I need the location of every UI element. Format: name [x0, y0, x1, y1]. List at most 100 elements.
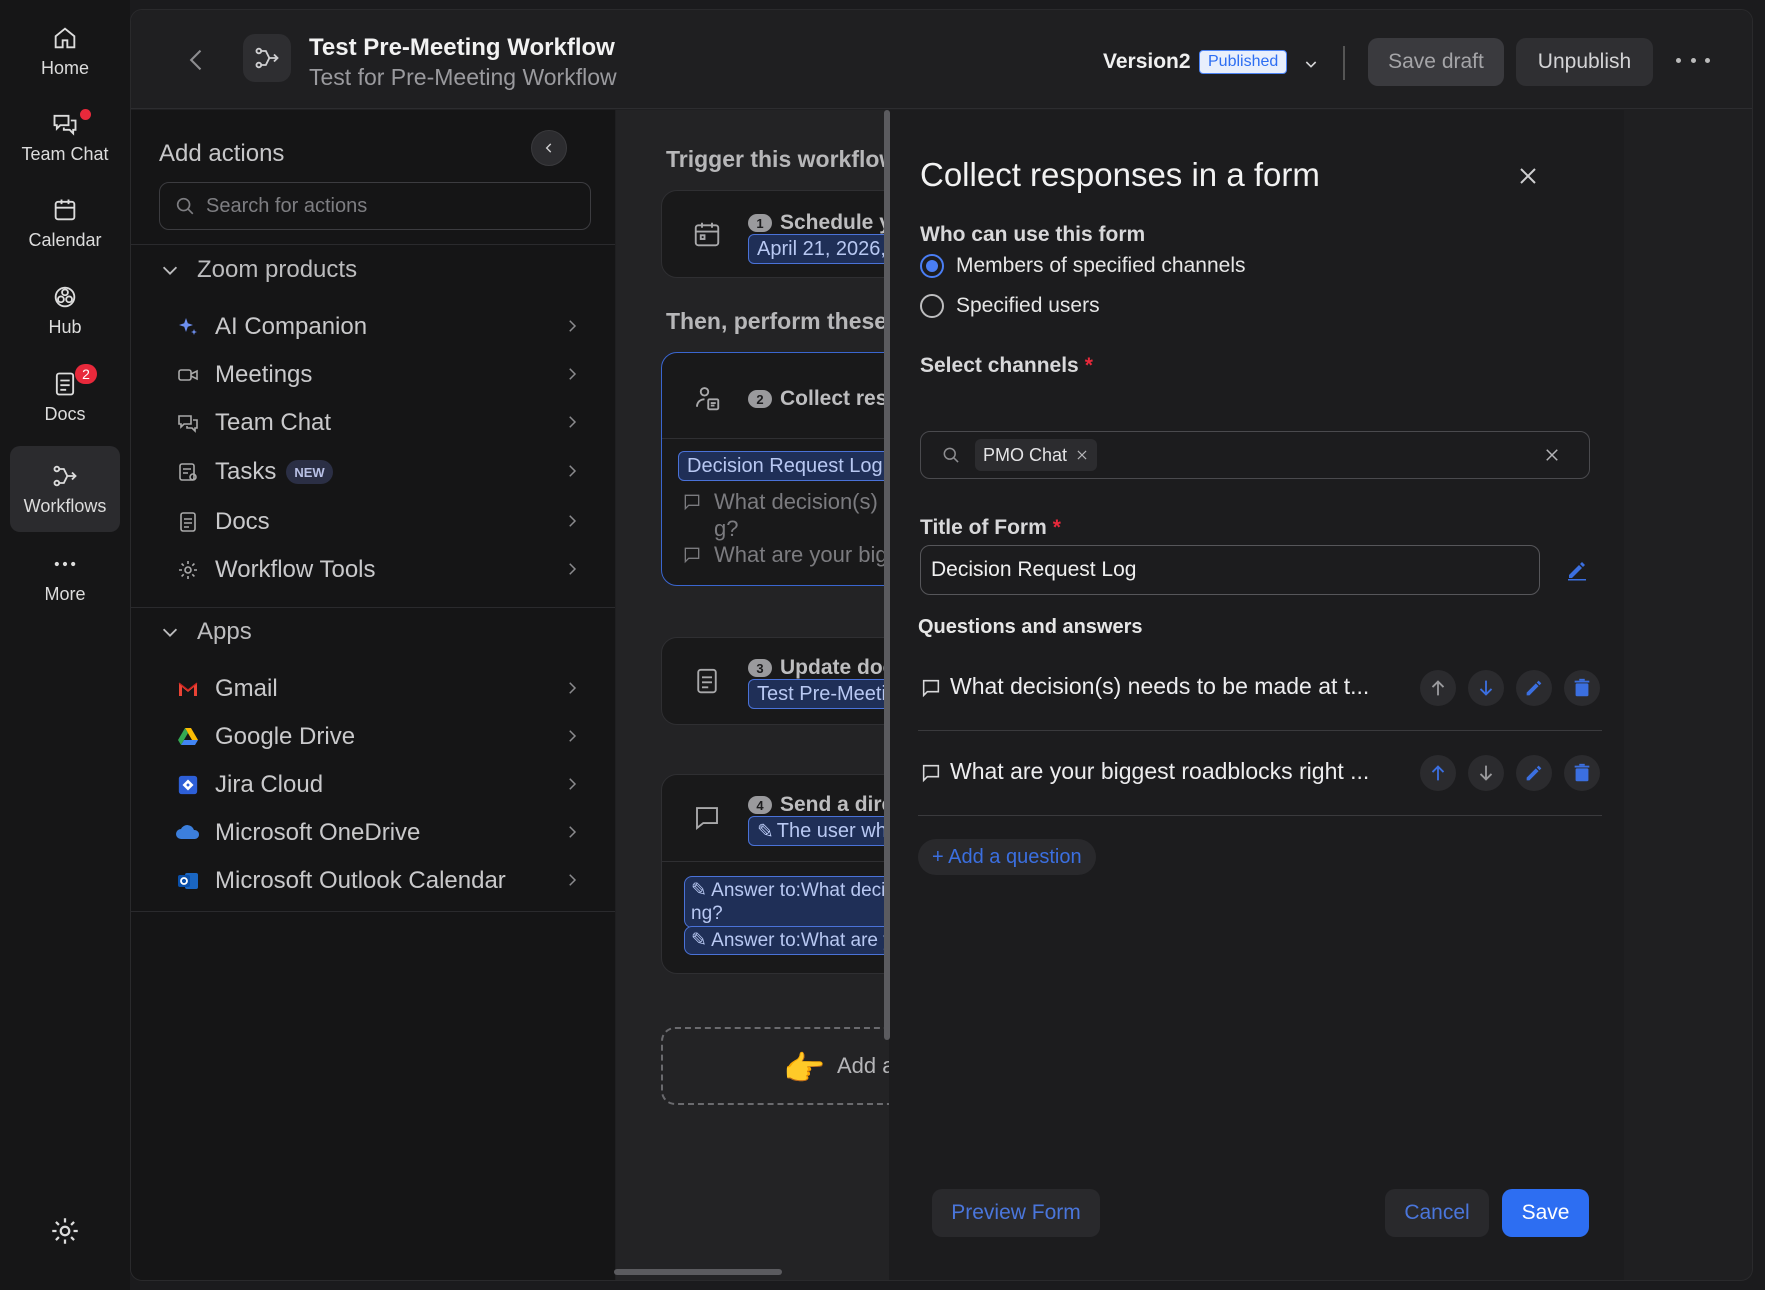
pencil-icon: ✎ — [757, 820, 774, 843]
chevron-right-icon — [569, 563, 577, 575]
question-icon — [684, 547, 700, 564]
question-icon — [684, 494, 700, 511]
docs-icon — [697, 668, 717, 694]
docs-count-badge: 2 — [75, 364, 97, 384]
pencil-icon — [1526, 765, 1542, 781]
video-camera-icon — [175, 362, 201, 388]
hub-icon — [54, 286, 76, 307]
chevron-down-icon — [162, 266, 178, 275]
cancel-button[interactable]: Cancel — [1385, 1189, 1489, 1237]
chevron-right-icon — [569, 874, 577, 886]
action-item-label: Gmail — [215, 675, 278, 702]
canvas-horizontal-scrollbar[interactable] — [614, 1269, 782, 1275]
move-up-button[interactable] — [1420, 670, 1456, 706]
clear-icon[interactable] — [1543, 446, 1561, 464]
pencil-icon — [1526, 680, 1542, 696]
remove-tag-icon[interactable] — [1075, 448, 1089, 462]
workflow-badge — [243, 34, 291, 82]
radio-unselected-icon — [920, 294, 944, 318]
more-options-icon[interactable] — [1676, 48, 1710, 72]
arrow-down-icon — [1479, 680, 1493, 696]
action-item-onedrive[interactable]: Microsoft OneDrive — [175, 813, 595, 853]
question-text: What decision(s) needs to be made at t..… — [950, 673, 1370, 699]
rail-more[interactable]: More — [10, 534, 120, 620]
question-row[interactable]: What are your biggest roadblocks right .… — [918, 732, 1602, 816]
sparkle-icon — [175, 314, 201, 340]
chevron-down-icon[interactable] — [1303, 56, 1319, 72]
action-item-tasks[interactable]: Tasks NEW — [175, 452, 595, 492]
rail-home[interactable]: Home — [10, 8, 120, 94]
zoom-products-group[interactable]: Zoom products — [159, 256, 357, 284]
radio-members-of-channels[interactable]: Members of specified channels — [920, 254, 1245, 278]
action-item-label: Microsoft OneDrive — [215, 819, 421, 846]
rail-docs[interactable]: 2 Docs — [10, 354, 120, 440]
action-item-gmail[interactable]: Gmail — [175, 669, 595, 709]
radio-specified-users[interactable]: Specified users — [920, 294, 1100, 318]
chevron-right-icon — [569, 416, 577, 428]
delete-question-button[interactable] — [1564, 670, 1600, 706]
edit-question-button[interactable] — [1516, 755, 1552, 791]
form-title-input[interactable]: Decision Request Log — [920, 545, 1540, 595]
action-item-meetings[interactable]: Meetings — [175, 355, 595, 395]
radio-selected-icon — [920, 254, 944, 278]
form-user-icon — [696, 387, 720, 411]
add-question-button[interactable]: + Add a question — [918, 839, 1096, 875]
question-icon — [922, 764, 940, 783]
action-item-outlook-calendar[interactable]: Microsoft Outlook Calendar — [175, 861, 595, 901]
rail-workflows[interactable]: Workflows — [10, 446, 120, 532]
apps-group[interactable]: Apps — [159, 618, 252, 646]
left-nav-rail: Home Team Chat Calendar Hub 2 Docs Workf… — [0, 0, 130, 1290]
rail-calendar[interactable]: Calendar — [10, 180, 120, 266]
search-icon — [943, 447, 959, 463]
delete-question-button[interactable] — [1564, 755, 1600, 791]
apps-label: Apps — [197, 618, 252, 645]
question-row[interactable]: What decision(s) needs to be made at t..… — [918, 647, 1602, 731]
calendar-icon — [54, 199, 76, 220]
workflow-title: Test Pre-Meeting Workflow — [309, 34, 615, 61]
chevron-right-icon — [569, 368, 577, 380]
select-channels-text: Select channels — [920, 354, 1079, 377]
jira-icon — [175, 772, 201, 798]
required-asterisk: * — [1052, 516, 1061, 539]
rail-more-label: More — [44, 583, 86, 604]
save-button[interactable]: Save — [1502, 1189, 1589, 1237]
channel-tag-label: PMO Chat — [983, 444, 1068, 465]
move-up-button[interactable] — [1420, 755, 1456, 791]
move-down-button[interactable] — [1468, 755, 1504, 791]
action-item-team-chat[interactable]: Team Chat — [175, 403, 595, 443]
question-text: What are your biggest roadblocks right .… — [950, 758, 1370, 784]
action-item-label: Google Drive — [215, 723, 356, 750]
preview-form-button[interactable]: Preview Form — [932, 1189, 1100, 1237]
edit-question-button[interactable] — [1516, 670, 1552, 706]
collapse-panel-button[interactable] — [531, 130, 567, 166]
close-icon[interactable] — [1516, 164, 1540, 188]
step-number: 3 — [748, 659, 772, 677]
canvas-vertical-scrollbar[interactable] — [884, 110, 890, 1040]
rail-hub[interactable]: Hub — [10, 267, 120, 353]
back-arrow-icon[interactable] — [183, 46, 211, 74]
rail-team-chat[interactable]: Team Chat — [10, 94, 120, 180]
action-item-docs[interactable]: Docs — [175, 502, 595, 542]
chat-icon — [53, 114, 77, 136]
action-item-jira-cloud[interactable]: Jira Cloud — [175, 765, 595, 805]
trash-icon — [1574, 763, 1590, 782]
action-item-ai-companion[interactable]: AI Companion — [175, 307, 595, 347]
action-item-workflow-tools[interactable]: Workflow Tools — [175, 550, 595, 590]
required-asterisk: * — [1084, 354, 1093, 377]
move-down-button[interactable] — [1468, 670, 1504, 706]
home-icon — [54, 26, 76, 48]
chevron-right-icon — [569, 465, 577, 477]
pencil-edit-icon[interactable] — [1565, 558, 1589, 582]
settings-gear-icon[interactable] — [48, 1214, 82, 1248]
docs-icon — [175, 509, 201, 535]
chevron-right-icon — [569, 778, 577, 790]
form-title-chip[interactable]: Decision Request Log — [678, 451, 892, 481]
channel-tag[interactable]: PMO Chat — [975, 439, 1098, 471]
add-actions-panel: Add actions Search for actions Zoom prod… — [131, 110, 615, 1280]
action-item-google-drive[interactable]: Google Drive — [175, 717, 595, 757]
action-search-input[interactable]: Search for actions — [159, 182, 591, 230]
unpublish-button[interactable]: Unpublish — [1516, 38, 1653, 86]
trigger-heading: Trigger this workflow — [666, 146, 898, 172]
channel-select-field[interactable]: PMO Chat — [920, 431, 1590, 479]
save-draft-button[interactable]: Save draft — [1368, 38, 1504, 86]
